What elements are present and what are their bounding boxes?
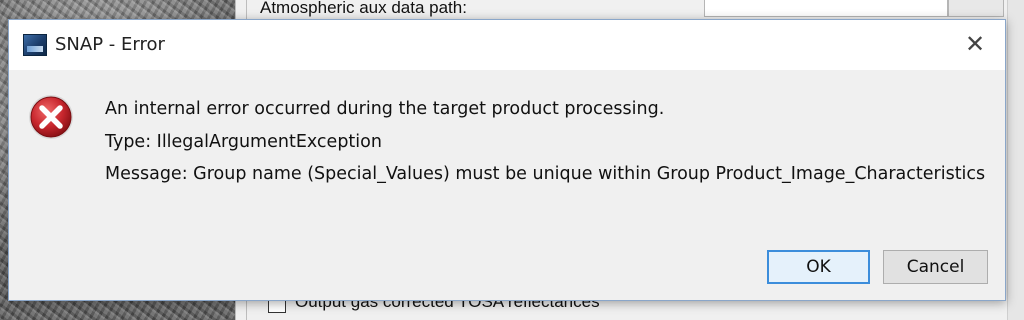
aux-data-path-label: Atmospheric aux data path:: [260, 0, 467, 17]
dialog-titlebar[interactable]: SNAP - Error ✕: [9, 20, 1005, 70]
dialog-title: SNAP - Error: [55, 34, 165, 55]
aux-data-path-browse-button[interactable]: [948, 0, 1004, 17]
background-scrollbar[interactable]: [1007, 0, 1024, 320]
error-dialog: SNAP - Error ✕ An internal error occurre…: [8, 19, 1006, 301]
error-message-line: An internal error occurred during the ta…: [105, 99, 665, 119]
error-icon: [29, 95, 73, 139]
error-detail-line: Message: Group name (Special_Values) mus…: [105, 164, 986, 184]
snap-app-icon: [23, 34, 47, 56]
ok-button[interactable]: OK: [767, 250, 870, 284]
close-icon[interactable]: ✕: [959, 28, 991, 60]
aux-data-path-input[interactable]: [704, 0, 948, 17]
cancel-button[interactable]: Cancel: [883, 250, 988, 284]
dialog-content: An internal error occurred during the ta…: [9, 70, 1005, 300]
error-type-line: Type: IllegalArgumentException: [105, 132, 382, 152]
